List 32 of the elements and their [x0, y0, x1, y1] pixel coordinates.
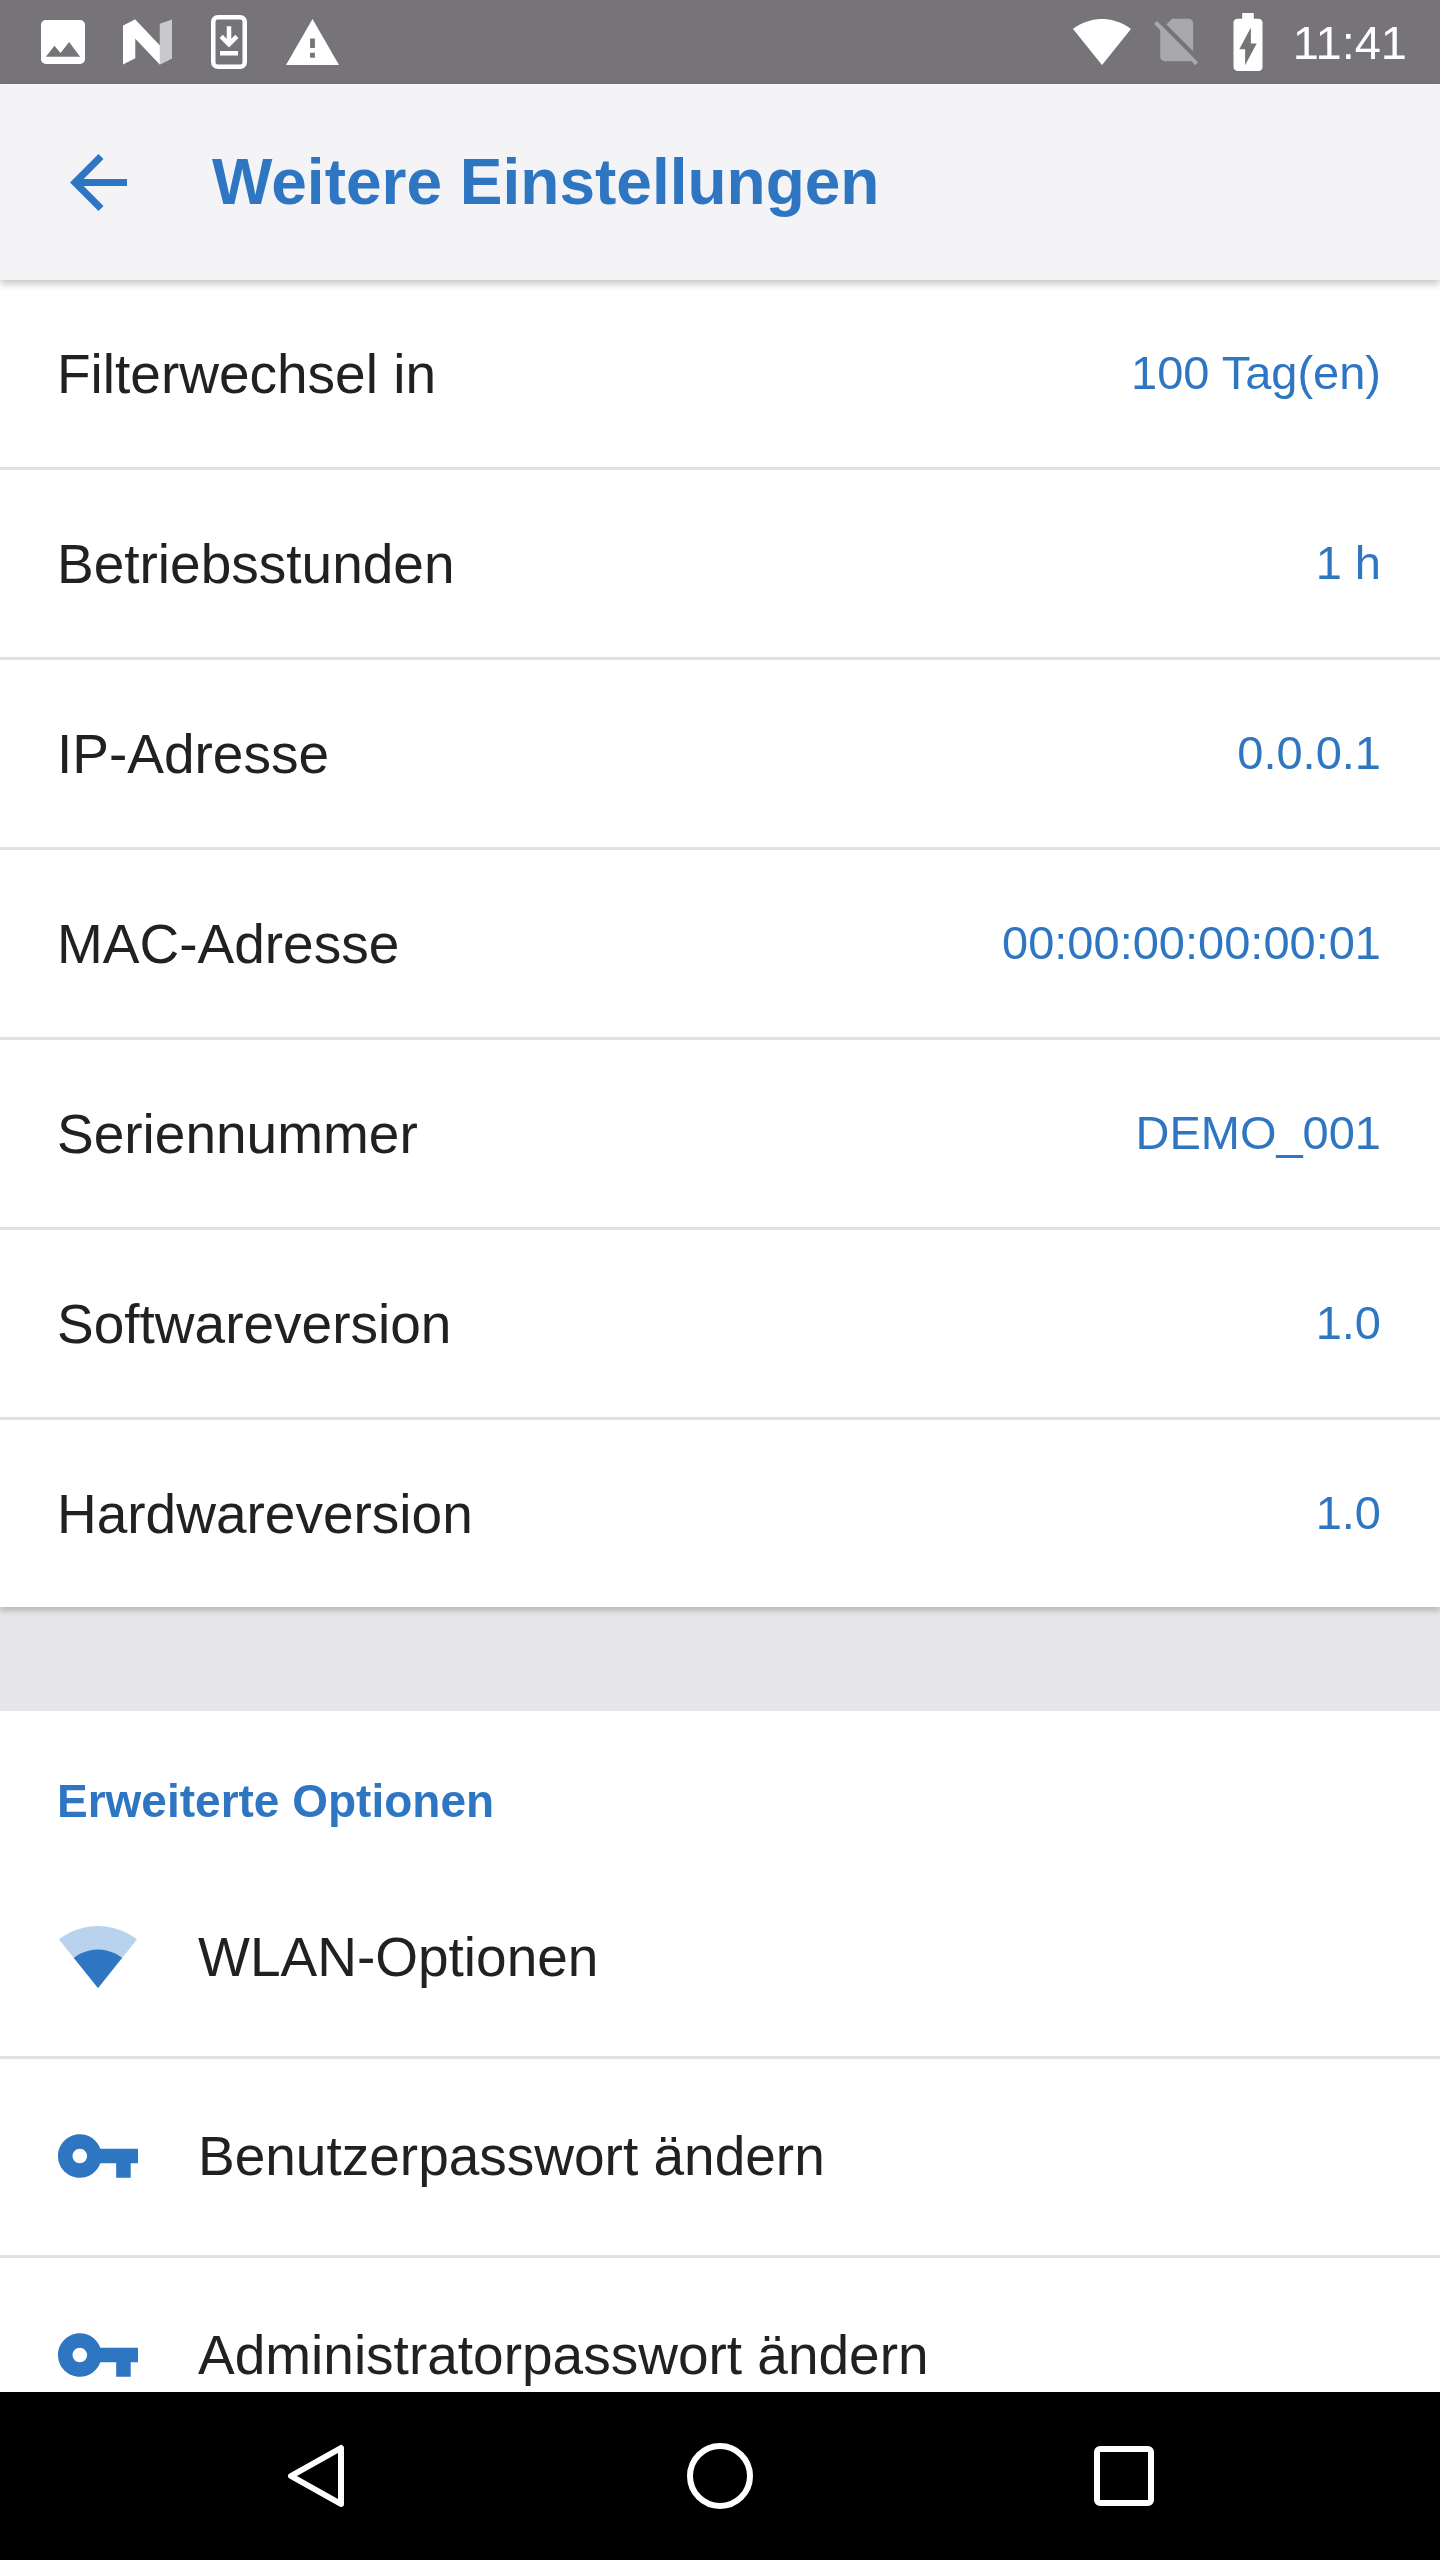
section-header: Erweiterte Optionen — [57, 1775, 495, 1827]
setting-value: 0.0.0.1 — [1237, 725, 1381, 782]
setting-label: Betriebsstunden — [57, 531, 455, 597]
setting-label: MAC-Adresse — [57, 911, 400, 977]
wifi-icon — [1070, 19, 1133, 65]
setting-label: Seriennummer — [57, 1101, 418, 1167]
image-icon — [41, 20, 85, 64]
setting-value: 100 Tag(en) — [1131, 345, 1381, 402]
setting-value: 1 h — [1315, 535, 1381, 592]
option-item[interactable]: Administratorpasswort ändern — [0, 2258, 1440, 2392]
clock-time: 11:41 — [1292, 18, 1407, 66]
nav-recents-icon[interactable] — [1094, 2446, 1154, 2506]
warning-icon — [286, 19, 339, 65]
setting-label: IP-Adresse — [57, 721, 330, 787]
back-arrow-icon[interactable] — [70, 153, 127, 211]
setting-value: 1.0 — [1315, 1485, 1381, 1542]
no-sim-icon — [1153, 18, 1200, 66]
option-item[interactable]: WLAN-Optionen — [0, 1860, 1440, 2059]
nav-back-icon[interactable] — [286, 2443, 346, 2509]
nav-home-icon[interactable] — [687, 2443, 753, 2509]
setting-value: DEMO_001 — [1135, 1105, 1381, 1162]
setting-label: Softwareversion — [57, 1291, 452, 1357]
download-icon — [210, 15, 248, 69]
setting-value: 00:00:00:00:00:01 — [1002, 915, 1381, 972]
setting-value: 1.0 — [1315, 1295, 1381, 1352]
n-logo-icon — [123, 19, 172, 65]
option-item[interactable]: Benutzerpasswort ändern — [0, 2059, 1440, 2258]
key-icon — [58, 2134, 138, 2178]
wifi-signal-icon — [57, 1926, 139, 1988]
key-icon — [58, 2333, 138, 2377]
setting-label: Filterwechsel in — [57, 341, 436, 407]
setting-label: Hardwareversion — [57, 1481, 473, 1547]
